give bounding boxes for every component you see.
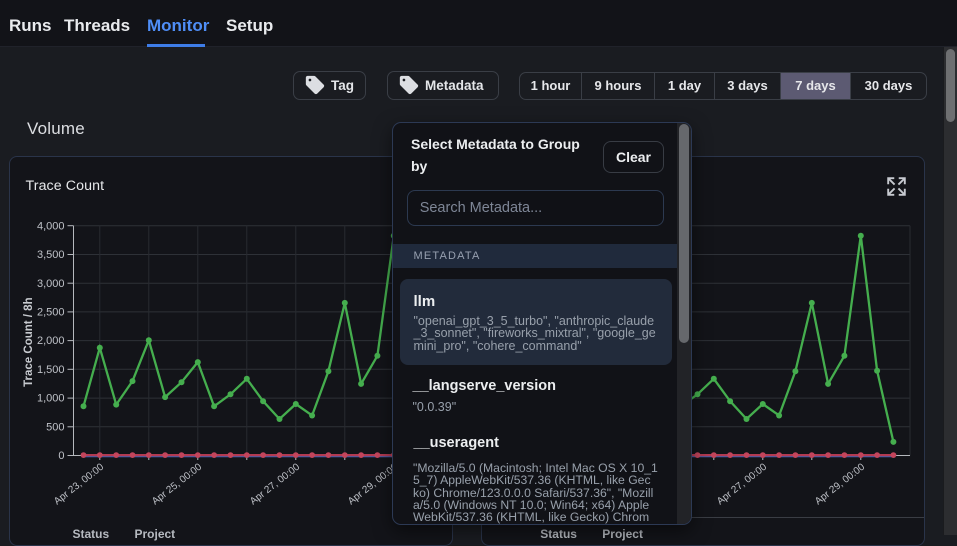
svg-text:0: 0 bbox=[58, 450, 64, 462]
svg-text:Trace Count / 8h: Trace Count / 8h bbox=[23, 297, 35, 386]
svg-text:Apr 27, 00:00: Apr 27, 00:00 bbox=[715, 461, 769, 507]
svg-text:3,500: 3,500 bbox=[36, 249, 64, 261]
svg-text:Apr 25, 00:00: Apr 25, 00:00 bbox=[150, 461, 204, 507]
svg-text:1,500: 1,500 bbox=[36, 363, 64, 375]
svg-text:4,000: 4,000 bbox=[36, 220, 64, 232]
svg-text:3,000: 3,000 bbox=[36, 277, 64, 289]
svg-text:500: 500 bbox=[46, 421, 64, 433]
svg-text:Apr 29, 00:00: Apr 29, 00:00 bbox=[813, 461, 867, 507]
svg-text:Apr 27, 00:00: Apr 27, 00:00 bbox=[248, 461, 302, 507]
svg-text:1,000: 1,000 bbox=[36, 392, 64, 404]
svg-text:Apr 23, 00:00: Apr 23, 00:00 bbox=[52, 461, 106, 507]
svg-text:2,000: 2,000 bbox=[36, 335, 64, 347]
svg-text:2,500: 2,500 bbox=[36, 306, 64, 318]
